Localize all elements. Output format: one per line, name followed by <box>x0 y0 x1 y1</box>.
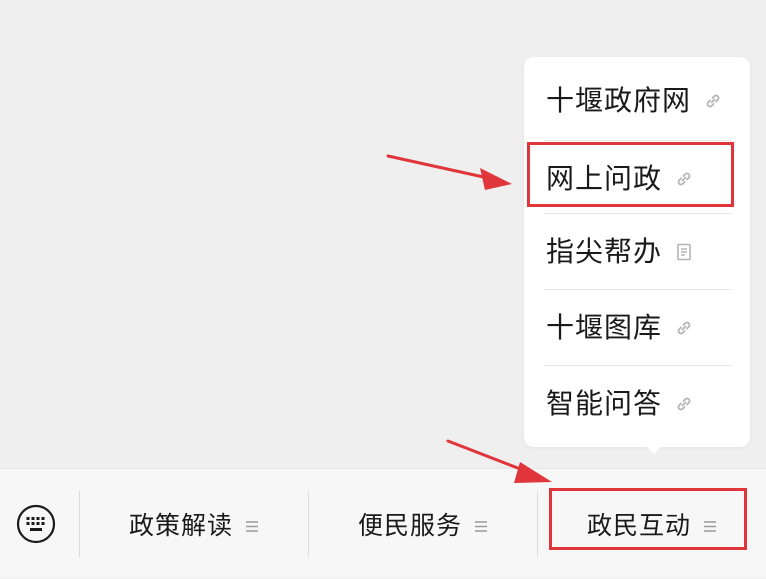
menu-item-smart-qa[interactable]: 智能问答 <box>524 366 750 442</box>
link-icon <box>674 318 694 338</box>
menu-item-shiyan-gallery[interactable]: 十堰图库 <box>524 290 750 366</box>
menu-item-label: 网上问政 <box>546 162 663 195</box>
menu-lines-icon <box>474 518 488 532</box>
menu-item-label: 十堰政府网 <box>546 84 692 117</box>
menu-item-shiyan-gov[interactable]: 十堰政府网 <box>524 63 750 139</box>
menu-lines-icon <box>703 518 717 532</box>
menu-lines-icon <box>245 518 259 532</box>
link-icon <box>674 169 694 189</box>
menu-item-label: 十堰图库 <box>546 311 663 344</box>
menu-item-label: 智能问答 <box>546 387 663 420</box>
tab-convenience-services[interactable]: 便民服务 <box>309 469 537 579</box>
tab-government-interaction[interactable]: 政民互动 <box>538 469 766 579</box>
document-icon <box>674 242 694 262</box>
link-icon <box>674 394 694 414</box>
tab-label: 便民服务 <box>357 511 462 540</box>
menu-item-fingertip-help[interactable]: 指尖帮办 <box>524 214 750 290</box>
menu-item-online-inquiry[interactable]: 网上问政 <box>524 141 750 217</box>
menu-item-label: 指尖帮办 <box>546 235 663 268</box>
popup-tail <box>644 444 664 454</box>
tab-policy-interpretation[interactable]: 政策解读 <box>80 469 308 579</box>
bottom-menu-bar: 政策解读 便民服务 政民互动 <box>0 468 766 578</box>
arrow-to-online-inquiry <box>386 154 512 190</box>
popup-menu: 十堰政府网 网上问政 指尖帮办 十堰图库 智能问答 <box>524 57 750 447</box>
keyboard-icon[interactable] <box>16 504 56 544</box>
tab-label: 政策解读 <box>128 511 233 540</box>
tab-label: 政民互动 <box>586 511 691 540</box>
link-icon <box>703 91 723 111</box>
